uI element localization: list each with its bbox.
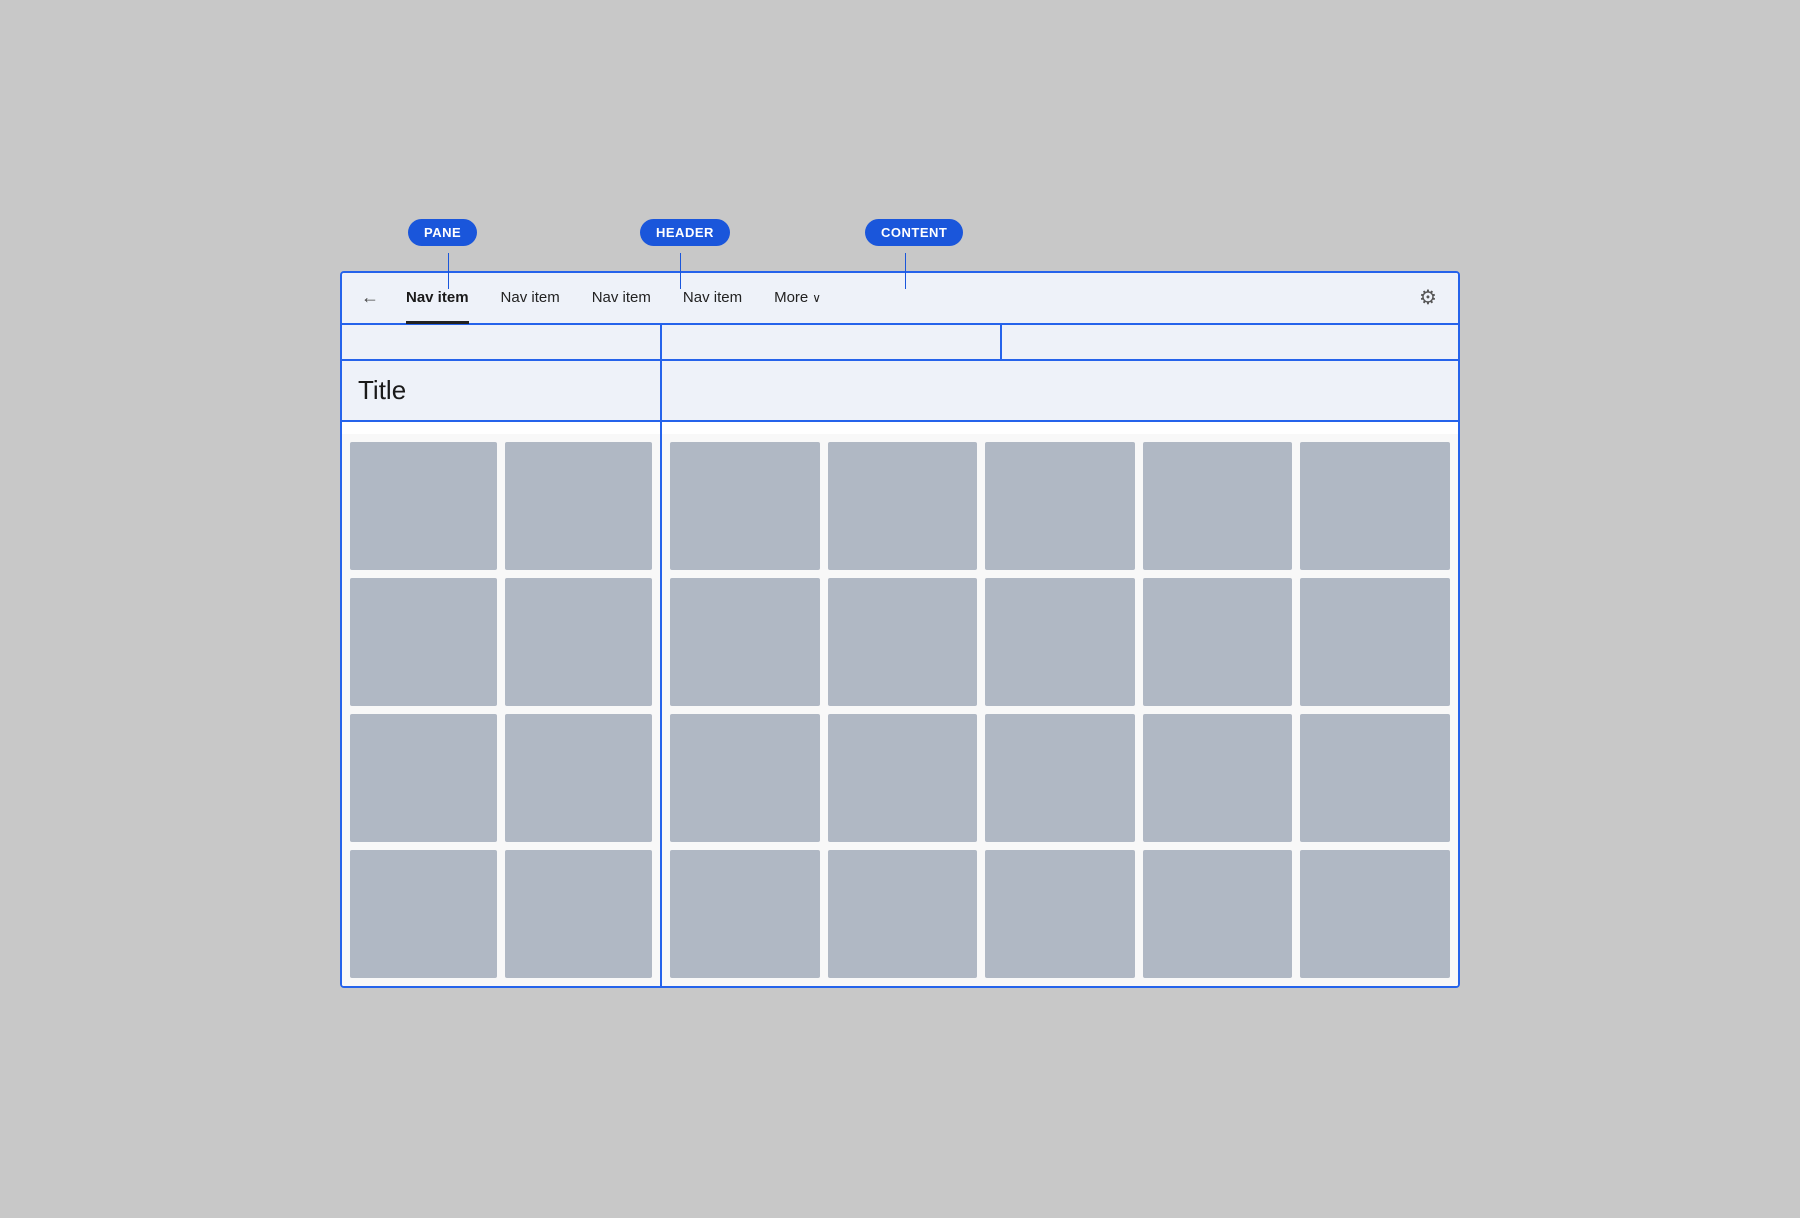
badge-content: CONTENT: [865, 219, 963, 246]
grid-cell: [828, 442, 978, 570]
pane-cell: [505, 442, 652, 570]
divider-pane: [342, 422, 662, 434]
grid-cell: [985, 578, 1135, 706]
pane-cell: [505, 850, 652, 978]
grid-cell: [985, 442, 1135, 570]
app-container: PANE HEADER CONTENT ← Nav item Nav item …: [340, 271, 1460, 988]
settings-button[interactable]: ⚙: [1410, 280, 1446, 316]
nav-item-more[interactable]: More ∨: [758, 272, 837, 324]
pane-cell: [350, 850, 497, 978]
grid-cell: [1300, 578, 1450, 706]
nav-item-2[interactable]: Nav item: [485, 272, 576, 324]
grid-cell: [828, 578, 978, 706]
divider-rest: [662, 422, 1458, 434]
grid-cell: [1300, 442, 1450, 570]
grid-cell: [828, 714, 978, 842]
grid-cell: [670, 850, 820, 978]
nav-item-1[interactable]: Nav item: [390, 272, 485, 324]
grid-cell: [828, 850, 978, 978]
pane-column: [342, 434, 662, 986]
main-content: [662, 434, 1458, 986]
content-grid: [662, 434, 1458, 986]
grid-cell: [670, 442, 820, 570]
pane-cell: [505, 714, 652, 842]
grid-cell: [670, 578, 820, 706]
grid-cell: [670, 714, 820, 842]
nav-item-4[interactable]: Nav item: [667, 272, 758, 324]
sub-header-content: [1002, 325, 1458, 359]
pane-cell: [350, 714, 497, 842]
divider-row: [342, 422, 1458, 434]
sub-header-pane: [342, 325, 662, 359]
sub-header-row: [342, 325, 1458, 361]
grid-cell: [985, 850, 1135, 978]
grid-cell: [1143, 850, 1293, 978]
navbar: ← Nav item Nav item Nav item Nav item Mo…: [342, 273, 1458, 325]
app-frame: ← Nav item Nav item Nav item Nav item Mo…: [340, 271, 1460, 988]
nav-item-3[interactable]: Nav item: [576, 272, 667, 324]
connector-content-line: [905, 253, 906, 289]
content-area: [342, 434, 1458, 986]
grid-cell: [1300, 850, 1450, 978]
grid-cell: [1143, 578, 1293, 706]
grid-cell: [1143, 714, 1293, 842]
nav-items-list: Nav item Nav item Nav item Nav item More…: [390, 272, 900, 324]
page-title: Title: [342, 361, 662, 420]
pane-cell: [505, 578, 652, 706]
pane-grid: [342, 434, 660, 986]
grid-cell: [985, 714, 1135, 842]
chevron-down-icon: ∨: [812, 291, 821, 305]
grid-cell: [1143, 442, 1293, 570]
title-content-area: [662, 361, 1458, 420]
sub-header-header: [662, 325, 1002, 359]
title-bar: Title: [342, 361, 1458, 422]
badge-pane: PANE: [408, 219, 477, 246]
pane-cell: [350, 442, 497, 570]
badge-header: HEADER: [640, 219, 730, 246]
grid-cell: [1300, 714, 1450, 842]
back-button[interactable]: ←: [354, 282, 386, 314]
more-label: More: [774, 289, 808, 306]
pane-cell: [350, 578, 497, 706]
